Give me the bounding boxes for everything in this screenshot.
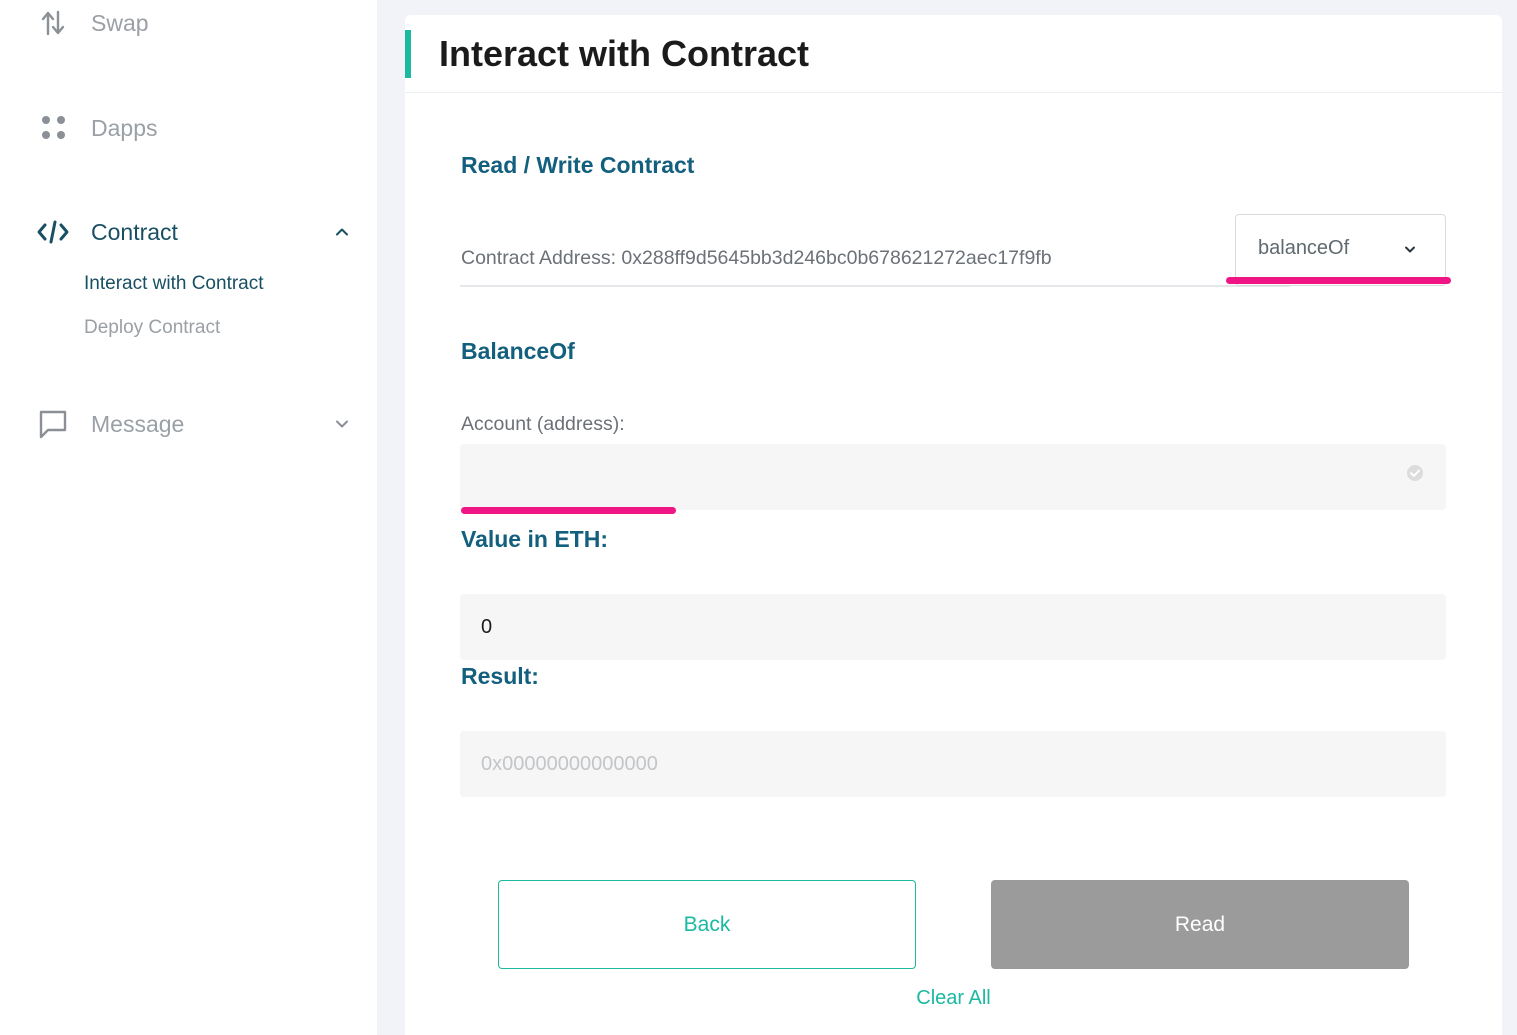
method-select-highlight: [1226, 277, 1451, 284]
contract-address-text: Contract Address: 0x288ff9d5645bb3d246bc…: [461, 247, 1052, 269]
result-output[interactable]: [460, 731, 1446, 797]
account-address-input[interactable]: [460, 444, 1446, 510]
check-circle-icon: [1406, 464, 1424, 482]
account-field-highlight: [461, 507, 676, 514]
panel-header: Interact with Contract: [405, 15, 1502, 93]
chevron-up-icon: [332, 222, 352, 242]
sidebar-item-label: Swap: [91, 9, 149, 36]
sidebar-subitem-interact-with-contract[interactable]: Interact with Contract: [84, 273, 264, 295]
contract-address-row: Contract Address: 0x288ff9d5645bb3d246bc…: [460, 235, 1290, 287]
sidebar-subitem-deploy-contract[interactable]: Deploy Contract: [84, 317, 220, 339]
chevron-down-icon: [1401, 240, 1419, 258]
dapps-icon: [36, 111, 70, 145]
method-title: BalanceOf: [461, 338, 575, 364]
account-field-label: Account (address):: [461, 413, 625, 435]
value-field-label: Value in ETH:: [461, 526, 608, 552]
sidebar-item-dapps[interactable]: Dapps: [36, 108, 356, 148]
interact-panel: Interact with Contract Read / Write Cont…: [405, 15, 1502, 1035]
swap-icon: [36, 6, 70, 40]
result-field-label: Result:: [461, 663, 539, 689]
sidebar-item-message[interactable]: Message: [36, 404, 356, 444]
title-accent-bar: [405, 30, 411, 78]
back-button[interactable]: Back: [498, 880, 916, 969]
sidebar-item-label: Message: [91, 410, 185, 437]
sidebar-item-label: Dapps: [91, 114, 158, 141]
read-button[interactable]: Read: [991, 880, 1409, 969]
page-title: Interact with Contract: [439, 33, 810, 74]
method-select[interactable]: balanceOf: [1235, 214, 1446, 286]
value-eth-input[interactable]: [460, 594, 1446, 660]
sidebar: Swap Dapps Contract Interact with Contra…: [0, 0, 377, 1035]
sidebar-item-swap[interactable]: Swap: [36, 3, 356, 43]
sidebar-item-label: Contract: [91, 218, 178, 245]
account-field-wrapper: [405, 444, 1502, 510]
clear-all-link[interactable]: Clear All: [405, 987, 1502, 1010]
method-select-value: balanceOf: [1258, 237, 1350, 259]
section-title: Read / Write Contract: [461, 152, 695, 178]
chevron-down-icon: [332, 414, 352, 434]
code-icon: [36, 215, 70, 249]
message-icon: [36, 407, 70, 441]
sidebar-item-contract[interactable]: Contract: [36, 212, 356, 252]
